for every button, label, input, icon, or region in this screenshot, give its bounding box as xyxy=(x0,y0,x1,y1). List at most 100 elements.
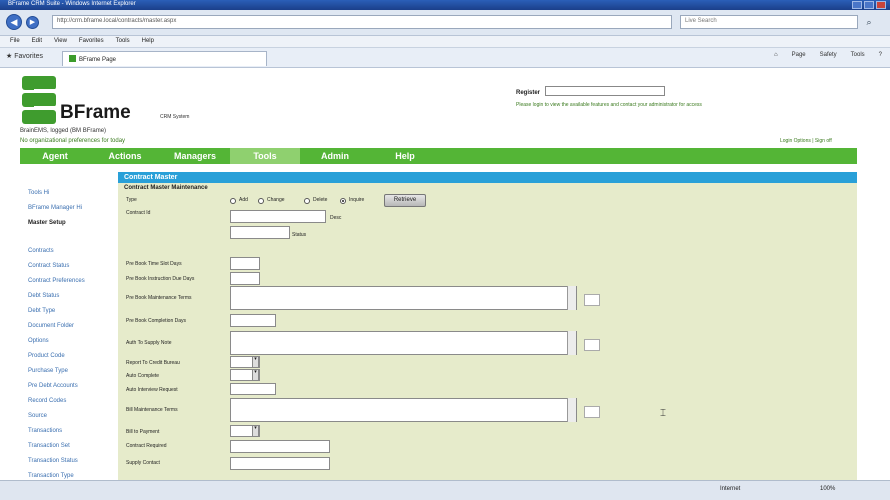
home-icon[interactable]: ⌂ xyxy=(774,52,778,58)
sidebar-item[interactable]: Product Code xyxy=(28,353,118,368)
browser-tab[interactable]: BFrame Page xyxy=(62,51,267,66)
dropdown-arrow-icon[interactable]: ▾ xyxy=(252,369,259,381)
nav-tools[interactable]: Tools xyxy=(230,148,300,164)
login-input[interactable] xyxy=(545,86,665,96)
maintenance-terms-textarea[interactable] xyxy=(230,286,577,310)
sidebar-item[interactable]: Purchase Type xyxy=(28,368,118,383)
panel-title: Contract Master xyxy=(118,172,857,183)
menu-file[interactable]: File xyxy=(10,38,20,45)
field-label: Bill to Payment xyxy=(126,429,160,435)
supply-note-textarea[interactable] xyxy=(230,331,577,355)
brand-name: BFrame xyxy=(60,102,131,123)
bill-terms-textarea[interactable] xyxy=(230,398,577,422)
type-radio-add[interactable] xyxy=(230,198,236,204)
sidebar-item[interactable]: Contract Preferences xyxy=(28,278,118,293)
panel-subtitle: Contract Master Maintenance xyxy=(124,185,208,191)
address-toolbar: ◀ ▶ http://crm.bframe.local/contracts/ma… xyxy=(0,10,890,36)
spell-check-box[interactable] xyxy=(584,294,600,306)
sidebar-item[interactable]: Record Codes xyxy=(28,398,118,413)
sidebar-item[interactable]: Contract Status xyxy=(28,263,118,278)
sidebar-item[interactable]: Source xyxy=(28,413,118,428)
favorites-button[interactable]: ★ Favorites xyxy=(6,52,43,60)
minimize-button[interactable] xyxy=(852,1,862,9)
sidebar-item[interactable]: Tools Hi xyxy=(28,190,118,205)
contract-id-input[interactable] xyxy=(230,210,326,223)
interview-request-input[interactable] xyxy=(230,383,276,395)
nav-managers[interactable]: Managers xyxy=(160,148,230,164)
info-note: Please login to view the available featu… xyxy=(516,102,702,108)
dropdown-arrow-icon[interactable]: ▾ xyxy=(252,356,259,368)
sidebar-item[interactable]: Transactions xyxy=(28,428,118,443)
type-radio-change[interactable] xyxy=(258,198,264,204)
field-label: Pre Book Completion Days xyxy=(126,318,187,324)
status-input[interactable] xyxy=(230,226,290,239)
status-message: No organizational preferences for today xyxy=(20,138,126,144)
sidebar-item[interactable]: Transaction Status xyxy=(28,458,118,473)
nav-admin[interactable]: Admin xyxy=(300,148,370,164)
menu-view[interactable]: View xyxy=(54,38,67,45)
desc-label: Desc xyxy=(330,215,342,221)
menu-tools[interactable]: Tools xyxy=(116,38,130,45)
contract-required-input[interactable] xyxy=(230,440,330,453)
menu-help[interactable]: Help xyxy=(142,38,154,45)
textarea-scrollbar[interactable] xyxy=(567,398,576,422)
sidebar-item[interactable]: Debt Status xyxy=(28,293,118,308)
window-title-bar: BFrame CRM Suite - Windows Internet Expl… xyxy=(0,0,890,10)
search-icon[interactable]: ⌕ xyxy=(862,15,876,29)
forward-button[interactable]: ▶ xyxy=(26,16,39,29)
type-option-label: Add xyxy=(239,197,248,203)
sidebar-item[interactable]: Pre Debt Accounts xyxy=(28,383,118,398)
supply-contact-input[interactable] xyxy=(230,457,330,470)
maximize-button[interactable] xyxy=(864,1,874,9)
zoom-level[interactable]: 100% xyxy=(820,486,835,492)
command-tools[interactable]: Tools xyxy=(851,52,865,58)
address-input[interactable]: http://crm.bframe.local/contracts/master… xyxy=(52,15,672,29)
menu-edit[interactable]: Edit xyxy=(32,38,42,45)
sidebar-item[interactable]: Contracts xyxy=(28,248,118,263)
sidebar-item[interactable]: Debt Type xyxy=(28,308,118,323)
contract-id-label: Contract Id xyxy=(126,210,151,216)
nav-actions[interactable]: Actions xyxy=(90,148,160,164)
menu-bar: File Edit View Favorites Tools Help xyxy=(0,36,890,48)
type-radio-delete[interactable] xyxy=(304,198,310,204)
command-page[interactable]: Page xyxy=(792,52,806,58)
star-icon: ★ xyxy=(6,53,13,60)
close-button[interactable] xyxy=(876,1,886,9)
status-label: Status xyxy=(292,232,307,238)
type-option-label: Change xyxy=(267,197,285,203)
field-label: Pre Book Time Slot Days xyxy=(126,261,182,267)
dropdown-arrow-icon[interactable]: ▾ xyxy=(252,425,259,437)
instruction-due-days-input[interactable] xyxy=(230,272,260,285)
sidebar-item[interactable]: Options xyxy=(28,338,118,353)
tab-title: BFrame Page xyxy=(79,57,117,63)
field-label: Report To Credit Bureau xyxy=(126,360,180,366)
sidebar-item[interactable]: Document Folder xyxy=(28,323,118,338)
completion-days-input[interactable] xyxy=(230,314,276,327)
time-slot-days-input[interactable] xyxy=(230,257,260,270)
command-safety[interactable]: Safety xyxy=(820,52,837,58)
sidebar-item[interactable]: BFrame Manager Hi xyxy=(28,205,118,220)
help-icon[interactable]: ? xyxy=(879,52,882,58)
sidebar-item[interactable]: Master Setup xyxy=(28,220,118,235)
menu-favorites[interactable]: Favorites xyxy=(79,38,104,45)
account-links[interactable]: Login Options | Sign off xyxy=(780,138,832,144)
textarea-scrollbar[interactable] xyxy=(567,286,576,310)
brand-subtitle: CRM System xyxy=(160,114,190,120)
nav-help[interactable]: Help xyxy=(370,148,440,164)
field-label: Auto Complete xyxy=(126,373,160,379)
window-title: BFrame CRM Suite - Windows Internet Expl… xyxy=(8,1,136,7)
back-button[interactable]: ◀ xyxy=(6,14,22,30)
spell-check-box[interactable] xyxy=(584,406,600,418)
type-option-label: Inquire xyxy=(349,197,365,203)
main-nav: Agent Actions Managers Tools Admin Help xyxy=(20,148,857,164)
search-input[interactable]: Live Search xyxy=(680,15,858,29)
contract-master-panel: Contract Master Contract Master Maintena… xyxy=(118,172,857,480)
type-radio-inquire[interactable] xyxy=(340,198,346,204)
nav-agent[interactable]: Agent xyxy=(20,148,90,164)
textarea-scrollbar[interactable] xyxy=(567,331,576,355)
sidebar-item[interactable]: Transaction Set xyxy=(28,443,118,458)
retrieve-button[interactable]: Retrieve xyxy=(384,194,426,207)
spell-check-box[interactable] xyxy=(584,339,600,351)
field-label: Bill Maintenance Terms xyxy=(126,407,178,413)
